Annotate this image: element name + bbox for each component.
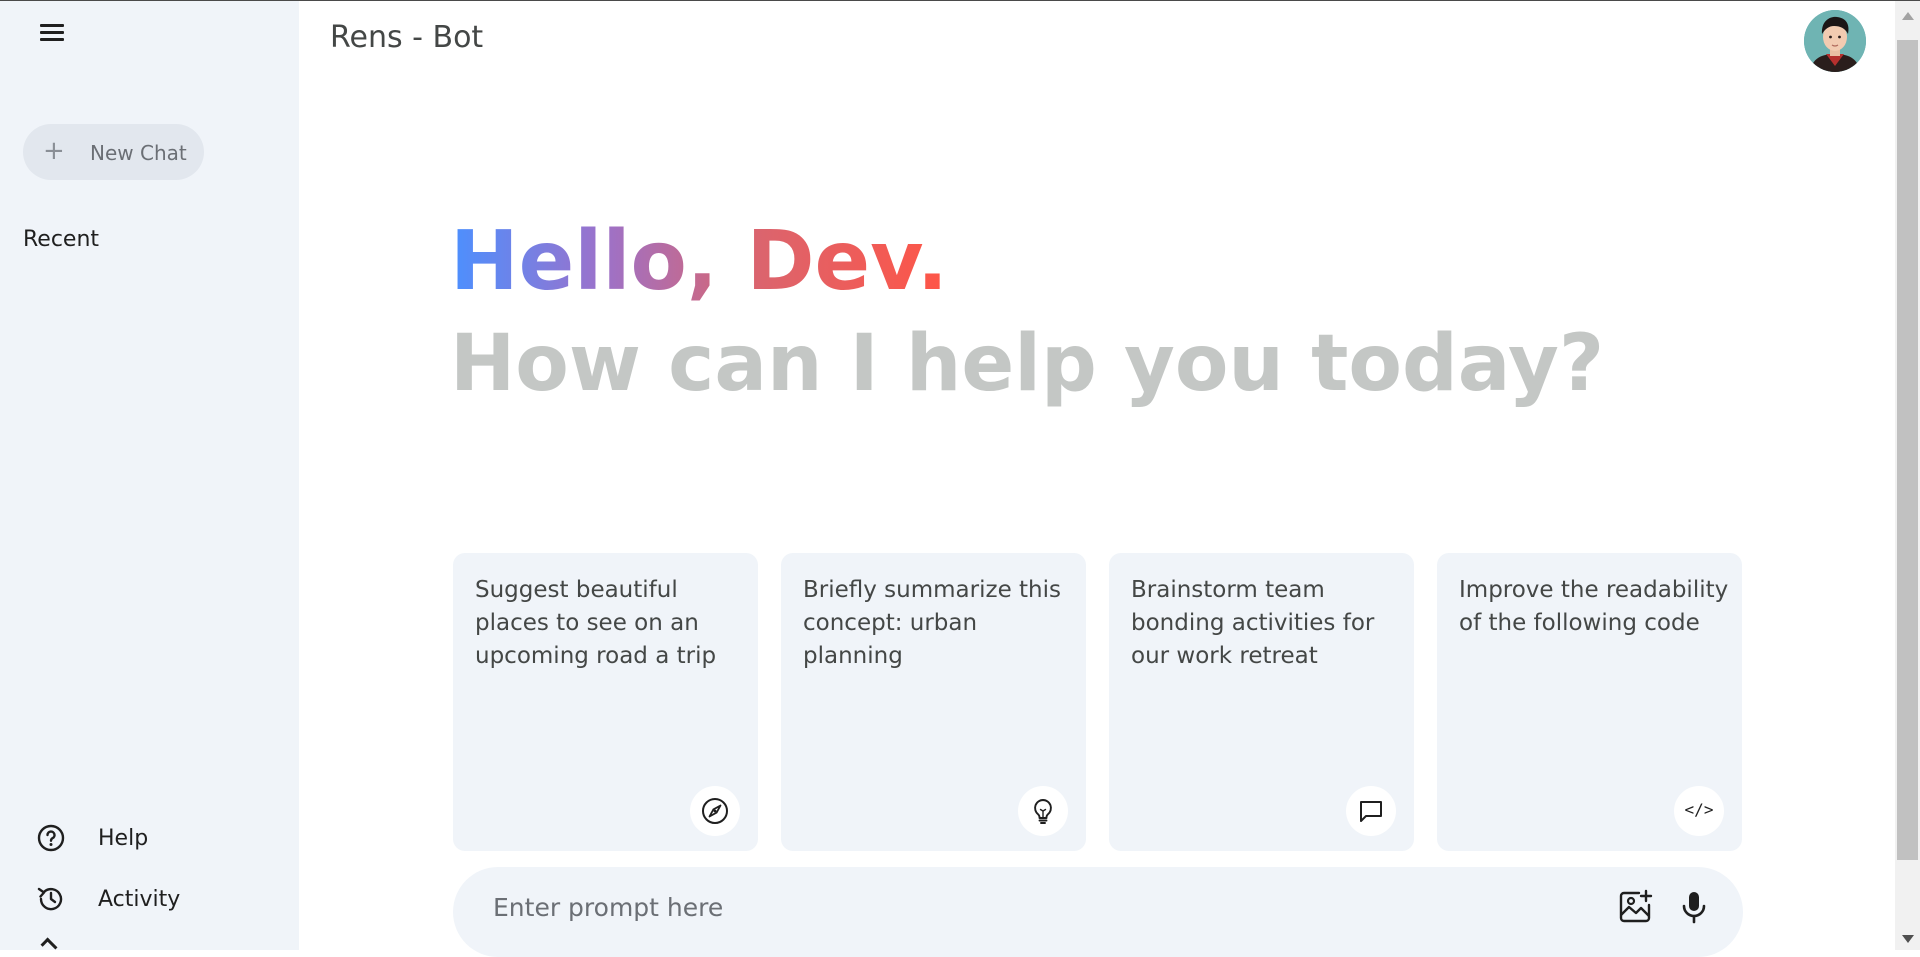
message-icon — [1346, 786, 1396, 836]
suggestion-card-text: Improve the readability of the following… — [1459, 577, 1729, 636]
recent-heading: Recent — [23, 227, 100, 252]
sidebar-item-label: Help — [98, 826, 149, 851]
scroll-up-arrow-icon[interactable] — [1902, 12, 1914, 20]
prompt-input[interactable] — [493, 885, 1593, 929]
code-icon: </> — [1674, 786, 1724, 836]
scrollbar-thumb[interactable] — [1897, 40, 1918, 860]
compass-icon — [690, 786, 740, 836]
greeting-subtitle: How can I help you today? — [450, 319, 1605, 409]
settings-icon[interactable] — [40, 937, 58, 955]
sidebar-item-help[interactable]: Help — [36, 819, 236, 855]
app-title: Rens - Bot — [330, 20, 484, 55]
suggestion-card-code[interactable]: Improve the readability of the following… — [1437, 553, 1742, 851]
suggestion-card-travel[interactable]: Suggest beautiful places to see on an up… — [453, 553, 758, 851]
plus-icon: + — [43, 136, 65, 166]
suggestion-card-brainstorm[interactable]: Brainstorm team bonding activities for o… — [1109, 553, 1414, 851]
suggestion-card-summarize[interactable]: Briefly summarize this concept: urban pl… — [781, 553, 1086, 851]
new-chat-label: New Chat — [90, 141, 187, 165]
sidebar-item-label: Activity — [98, 887, 181, 912]
sidebar-item-activity[interactable]: Activity — [36, 880, 236, 916]
avatar-portrait-icon — [1804, 10, 1866, 72]
sidebar: + New Chat Recent Help Activity — [0, 1, 299, 955]
menu-icon[interactable] — [36, 17, 68, 49]
app-root: + New Chat Recent Help Activity Rens - B… — [0, 0, 1920, 957]
code-glyph: </> — [1684, 800, 1714, 819]
user-avatar[interactable] — [1804, 10, 1866, 72]
microphone-icon — [1682, 892, 1706, 924]
suggestion-card-text: Briefly summarize this concept: urban pl… — [803, 577, 1061, 669]
voice-input-button[interactable] — [1674, 887, 1714, 927]
image-upload-button[interactable] — [1615, 887, 1655, 927]
help-circle-icon — [37, 824, 65, 852]
suggestion-card-text: Brainstorm team bonding activities for o… — [1131, 577, 1375, 669]
prompt-bar — [453, 867, 1743, 957]
add-image-icon — [1619, 889, 1653, 923]
history-icon — [37, 887, 63, 911]
suggestion-card-text: Suggest beautiful places to see on an up… — [475, 577, 717, 669]
scroll-down-arrow-icon[interactable] — [1902, 935, 1914, 943]
greeting-hello: Hello, Dev. — [450, 208, 948, 316]
lightbulb-icon — [1018, 786, 1068, 836]
new-chat-button[interactable]: + New Chat — [23, 124, 204, 180]
